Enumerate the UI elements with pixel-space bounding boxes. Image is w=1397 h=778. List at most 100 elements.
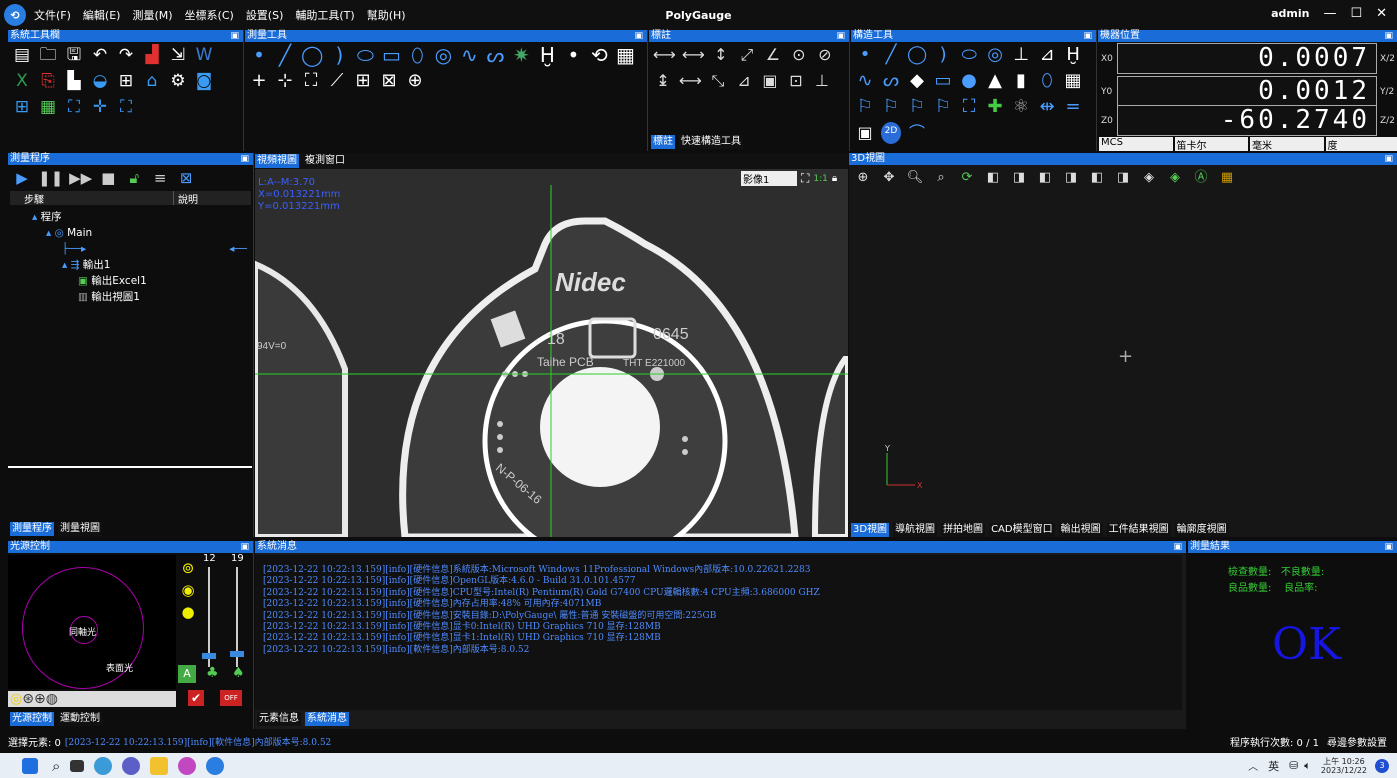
cross-icon[interactable]: + bbox=[249, 70, 269, 92]
cross2-icon[interactable]: ⊹ bbox=[275, 70, 295, 92]
c-calc-icon[interactable]: ▦ bbox=[1063, 70, 1083, 92]
pin-icon[interactable]: ▣ bbox=[240, 541, 249, 553]
off-button[interactable]: OFF bbox=[220, 690, 242, 706]
tab-element-info[interactable]: 元素信息 bbox=[257, 712, 301, 726]
tab-measure-view[interactable]: 測量視圖 bbox=[58, 522, 102, 536]
spot-light-icon[interactable]: ● bbox=[178, 601, 198, 623]
coord-system-select[interactable]: MCS bbox=[1099, 137, 1173, 151]
target-icon[interactable]: ✛ bbox=[90, 96, 110, 118]
blob-icon[interactable]: ᔕ bbox=[485, 44, 505, 66]
report-icon[interactable]: ▤ bbox=[12, 44, 32, 66]
word-icon[interactable]: W bbox=[194, 44, 214, 66]
menu-settings[interactable]: 設置(S) bbox=[246, 7, 284, 23]
pin-icon[interactable]: ▣ bbox=[634, 30, 643, 42]
height-icon[interactable]: Ḫ bbox=[537, 44, 557, 66]
tab-remeasure[interactable]: 複測窗口 bbox=[303, 154, 347, 168]
tab-annotation[interactable]: 標註 bbox=[651, 135, 675, 149]
c-flag4-icon[interactable]: ⚐ bbox=[933, 96, 953, 118]
radius-icon[interactable]: ⊙ bbox=[789, 44, 809, 66]
step-icon[interactable]: ▶▶ bbox=[69, 167, 92, 189]
tab-light-control[interactable]: 光源控制 bbox=[10, 712, 54, 726]
coord-y-half[interactable]: Y/2 bbox=[1377, 87, 1397, 97]
c-point-icon[interactable]: • bbox=[855, 44, 875, 66]
view-front-icon[interactable]: ◧ bbox=[983, 167, 1003, 189]
lamp-green2-icon[interactable]: ♠ bbox=[232, 665, 245, 681]
pdf-icon[interactable]: ▟ bbox=[142, 44, 162, 66]
stop-icon[interactable]: ■ bbox=[98, 167, 118, 189]
c-circle-icon[interactable]: ◯ bbox=[907, 44, 927, 66]
coord-x-half[interactable]: X/2 bbox=[1377, 54, 1397, 64]
coaxial-light-label[interactable]: 同軸光 bbox=[69, 625, 96, 638]
view-iso-icon[interactable]: ◈ bbox=[1139, 167, 1159, 189]
undo-icon[interactable]: ↶ bbox=[90, 44, 110, 66]
angle-icon[interactable]: ∠ bbox=[763, 44, 783, 66]
menu-help[interactable]: 幫助(H) bbox=[367, 7, 406, 23]
lock-view-icon[interactable]: 🔒︎ bbox=[832, 173, 837, 184]
one-to-one-icon[interactable]: 1:1 bbox=[813, 174, 827, 184]
dim-y-icon[interactable]: ↕ bbox=[711, 44, 731, 66]
camera-image[interactable]: Nidec 18 0645 Taihe PCB THT E221000 94V=… bbox=[255, 169, 848, 537]
circle-plus-icon[interactable]: ⊕ bbox=[405, 70, 425, 92]
c-slot-icon[interactable]: ⬯ bbox=[1037, 70, 1057, 92]
image-select[interactable]: 影像1 bbox=[741, 171, 797, 186]
network-icon[interactable]: ⛁ bbox=[1289, 759, 1298, 772]
c-sym-icon[interactable]: ⇹ bbox=[1037, 96, 1057, 118]
diameter-icon[interactable]: ⊘ bbox=[815, 44, 835, 66]
flat-icon[interactable]: ⊿ bbox=[734, 70, 754, 92]
close-button[interactable]: ✕ bbox=[1376, 6, 1387, 21]
reset-icon[interactable]: ⟳ bbox=[957, 167, 977, 189]
edge-icon[interactable] bbox=[94, 756, 113, 775]
lock-icon[interactable]: 🔓︎ bbox=[124, 167, 144, 189]
tree-item[interactable]: ▴ 程序 bbox=[8, 209, 253, 225]
tree-item[interactable]: ▴ ◎ Main bbox=[8, 225, 253, 241]
start-icon[interactable] bbox=[22, 757, 38, 774]
surface-light-label[interactable]: 表面光 bbox=[106, 661, 133, 674]
run-icon[interactable]: ▶ bbox=[12, 167, 32, 189]
tree-item[interactable]: ▥ 輸出視圖1 bbox=[8, 289, 253, 305]
probe-point-icon[interactable]: • bbox=[563, 44, 583, 66]
c-flag-icon[interactable]: ⚐ bbox=[855, 96, 875, 118]
preset-ring2-icon[interactable]: ⊛ bbox=[22, 691, 34, 707]
tab-output-view[interactable]: 輸出視圖 bbox=[1058, 523, 1103, 537]
c-sphere-icon[interactable]: ● bbox=[959, 70, 979, 92]
tab-profile-view[interactable]: 輪廓度視圖 bbox=[1174, 523, 1229, 537]
ime-lang[interactable]: 英 bbox=[1268, 758, 1279, 774]
parallel-icon[interactable]: ▣ bbox=[760, 70, 780, 92]
coax-light-icon[interactable]: ◉ bbox=[178, 579, 198, 601]
tab-system-msg[interactable]: 系統消息 bbox=[305, 712, 349, 726]
view-top-icon[interactable]: ◧ bbox=[1087, 167, 1107, 189]
ellipse-icon[interactable]: ⬭ bbox=[355, 44, 375, 66]
grid-icon[interactable]: ⊞ bbox=[116, 70, 136, 92]
camera-icon[interactable]: ◙ bbox=[194, 70, 214, 92]
tree-item[interactable]: ▣ 輸出Excel1 bbox=[8, 273, 253, 289]
box-icon[interactable]: ⊞ bbox=[353, 70, 373, 92]
preset-ring-icon[interactable]: ◎ bbox=[10, 691, 22, 707]
explorer-icon[interactable] bbox=[150, 756, 169, 775]
tree-item[interactable]: ▴ ⇶ 輸出1 bbox=[8, 257, 253, 273]
light-slider-2[interactable] bbox=[230, 567, 244, 667]
rectangle-icon[interactable]: ▭ bbox=[381, 44, 401, 66]
table-icon[interactable]: ▦ bbox=[38, 96, 58, 118]
line-icon[interactable]: ╱ bbox=[275, 44, 295, 66]
auto-light-button[interactable]: A bbox=[178, 665, 196, 683]
fit-icon[interactable]: ⛶ bbox=[64, 96, 84, 118]
c-equal-icon[interactable]: = bbox=[1063, 96, 1083, 118]
c-line-icon[interactable]: ╱ bbox=[881, 44, 901, 66]
c-curve-icon[interactable]: ∿ bbox=[855, 70, 875, 92]
c-height-icon[interactable]: Ḫ bbox=[1063, 44, 1083, 66]
pin-icon[interactable]: ▣ bbox=[1083, 30, 1092, 42]
preset-ring3-icon[interactable]: ⊕ bbox=[34, 691, 46, 707]
c-ellipse-icon[interactable]: ⬭ bbox=[959, 44, 979, 66]
pin-icon[interactable]: ▣ bbox=[1173, 541, 1182, 553]
ring-icon[interactable]: ◎ bbox=[433, 44, 453, 66]
ring-light-icon[interactable]: ⊚ bbox=[178, 557, 198, 579]
export-icon[interactable]: ⇲ bbox=[168, 44, 188, 66]
coord-type-select[interactable]: 笛卡尔 bbox=[1174, 137, 1248, 152]
unit-select[interactable]: 毫米 bbox=[1250, 137, 1324, 152]
minimize-button[interactable]: — bbox=[1323, 6, 1336, 21]
c-map-icon[interactable]: ⛶ bbox=[959, 96, 979, 118]
c-ring-icon[interactable]: ◎ bbox=[985, 44, 1005, 66]
pan-icon[interactable]: ✥ bbox=[879, 167, 899, 189]
c-angle-icon[interactable]: ⊿ bbox=[1037, 44, 1057, 66]
list-icon[interactable]: ≡ bbox=[150, 167, 170, 189]
